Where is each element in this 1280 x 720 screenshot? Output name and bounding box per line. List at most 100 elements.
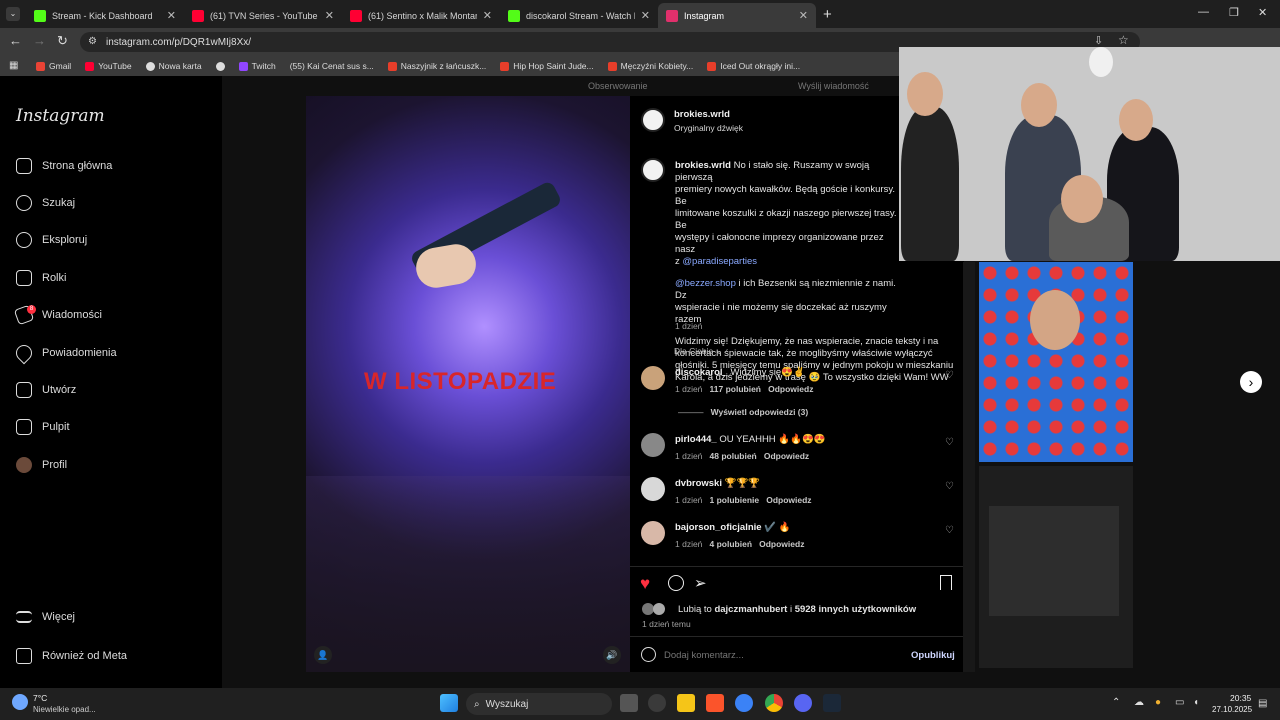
next-post-button[interactable]: › bbox=[1240, 371, 1262, 393]
comment-like-icon[interactable]: ♡ bbox=[945, 481, 954, 492]
tab-instagram[interactable]: Instagram ✕ bbox=[658, 3, 816, 28]
close-icon[interactable]: ✕ bbox=[799, 9, 808, 22]
kick-icon bbox=[508, 9, 520, 22]
tab-search-icon[interactable]: ⌄ bbox=[6, 7, 20, 21]
clock-date[interactable]: 27.10.2025 bbox=[1212, 705, 1252, 714]
window-close-icon[interactable]: ✕ bbox=[1258, 6, 1267, 19]
ccleaner-icon[interactable] bbox=[735, 694, 753, 712]
save-bookmark-icon[interactable] bbox=[940, 575, 952, 590]
close-icon[interactable]: ✕ bbox=[641, 9, 650, 22]
nav-also-from-meta[interactable]: Również od Meta bbox=[16, 648, 127, 664]
like-heart-icon[interactable]: ♥ bbox=[640, 574, 650, 594]
tab-youtube-1[interactable]: (61) TVN Series - YouTube ✕ bbox=[184, 3, 342, 28]
volume-icon[interactable]: 🔊 bbox=[603, 646, 621, 664]
publish-button[interactable]: Opublikuj bbox=[911, 650, 955, 661]
comment-avatar[interactable] bbox=[641, 521, 665, 545]
nav-more[interactable]: Więcej bbox=[16, 611, 75, 623]
microphone-icon[interactable]: ● bbox=[1155, 697, 1161, 708]
steam-icon[interactable] bbox=[823, 694, 841, 712]
back-icon[interactable]: ← bbox=[9, 33, 22, 48]
clock-time[interactable]: 20:35 bbox=[1230, 693, 1251, 703]
nav-explore[interactable]: Eksploruj bbox=[16, 232, 87, 248]
weather-icon[interactable] bbox=[12, 694, 28, 710]
bookmark-youtube[interactable]: YouTube bbox=[85, 61, 132, 71]
bookmark-iced-out[interactable]: Iced Out okrągły ini... bbox=[707, 61, 800, 71]
nav-search[interactable]: Szukaj bbox=[16, 195, 75, 211]
forward-icon[interactable]: → bbox=[33, 33, 46, 48]
maximize-icon[interactable]: ❐ bbox=[1229, 6, 1239, 19]
site-info-icon[interactable]: ⚙ bbox=[88, 36, 97, 47]
reel-video[interactable]: W LISTOPADZIE 👤 🔊 bbox=[306, 96, 630, 672]
new-tab-icon[interactable]: + bbox=[823, 6, 832, 23]
emoji-icon[interactable] bbox=[641, 647, 656, 662]
notifications-icon[interactable]: ▤ bbox=[1258, 698, 1267, 709]
comment-avatar[interactable] bbox=[641, 366, 665, 390]
comment-avatar[interactable] bbox=[641, 433, 665, 457]
brave-icon[interactable] bbox=[706, 694, 724, 712]
comment-avatar[interactable] bbox=[641, 477, 665, 501]
install-app-icon[interactable]: ⇩ bbox=[1094, 34, 1103, 47]
nav-profile[interactable]: Profil bbox=[16, 457, 67, 473]
close-icon[interactable]: ✕ bbox=[483, 9, 492, 22]
audio-label[interactable]: Oryginalny dźwięk bbox=[674, 123, 743, 133]
tab-kick[interactable]: Stream - Kick Dashboard ✕ bbox=[26, 3, 184, 28]
comment-3-meta: 1 dzień 1 polubienie Odpowiedz bbox=[675, 495, 812, 505]
tag-people-icon[interactable]: 👤 bbox=[314, 646, 332, 664]
caption-avatar[interactable] bbox=[641, 158, 665, 182]
search-icon: ⌕ bbox=[474, 698, 480, 710]
copilot-icon[interactable] bbox=[648, 694, 666, 712]
comment-like-icon[interactable]: ♡ bbox=[945, 370, 954, 381]
author-name[interactable]: brokies.wrld bbox=[674, 109, 730, 120]
add-comment-input[interactable] bbox=[664, 646, 894, 664]
weather-temp[interactable]: 7°C bbox=[33, 693, 47, 703]
bookmark-naszyjnik[interactable]: Naszyjnik z łańcuszk... bbox=[387, 61, 486, 71]
video-caption: W LISTOPADZIE bbox=[364, 368, 557, 395]
windows-start-icon[interactable] bbox=[440, 694, 458, 712]
reload-icon[interactable]: ↻ bbox=[57, 33, 68, 49]
bookmark-star-icon[interactable]: ☆ bbox=[1118, 33, 1129, 47]
task-view-icon[interactable] bbox=[620, 694, 638, 712]
comment-like-icon[interactable]: ♡ bbox=[945, 437, 954, 448]
webcam-overlay bbox=[899, 47, 1280, 261]
grid-post-group[interactable] bbox=[979, 466, 1133, 668]
weather-desc[interactable]: Niewielkie opad... bbox=[33, 705, 96, 714]
apps-grid-icon[interactable]: ▦ bbox=[9, 60, 18, 71]
bookmark-kai-cenat[interactable]: (55) Kai Cenat sus s... bbox=[290, 61, 374, 71]
kick-icon bbox=[34, 9, 46, 22]
bookmark-gmail[interactable]: Gmail bbox=[36, 61, 71, 71]
comment-filter[interactable]: Dla Ciebie ⌄ bbox=[674, 346, 723, 357]
discord-icon[interactable] bbox=[794, 694, 812, 712]
nav-notifications[interactable]: Powiadomienia bbox=[12, 341, 117, 365]
minimize-icon[interactable]: — bbox=[1198, 6, 1209, 18]
comment-icon[interactable] bbox=[668, 575, 684, 591]
chrome-icon[interactable] bbox=[765, 694, 783, 712]
nav-create[interactable]: Utwórz bbox=[16, 382, 76, 398]
tab-youtube-2[interactable]: (61) Sentino x Malik Montana - ✕ bbox=[342, 3, 500, 28]
compass-icon bbox=[16, 232, 32, 248]
nav-dashboard[interactable]: Pulpit bbox=[16, 419, 70, 435]
ig-logo[interactable]: Instagram bbox=[16, 106, 105, 126]
view-replies[interactable]: ——— Wyświetl odpowiedzi (3) bbox=[678, 407, 808, 417]
mention-paradise[interactable]: @paradiseparties bbox=[682, 256, 757, 267]
likes-summary[interactable]: Lubią to dajczmanhubert i 5928 innych uż… bbox=[678, 604, 916, 616]
nav-home[interactable]: Strona główna bbox=[16, 158, 112, 174]
comment-like-icon[interactable]: ♡ bbox=[945, 525, 954, 536]
file-explorer-icon[interactable] bbox=[677, 694, 695, 712]
network-icon[interactable]: ▭ bbox=[1175, 697, 1184, 708]
bookmark-new-tab[interactable]: Nowa karta bbox=[145, 61, 202, 71]
mention-bezzer[interactable]: @bezzer.shop bbox=[675, 278, 736, 289]
bookmark-twitch-label[interactable]: Twitch bbox=[238, 61, 276, 71]
bookmark-mezczyzni[interactable]: Męczyźni Kobiety... bbox=[607, 61, 693, 71]
tab-kick-2[interactable]: discokarol Stream - Watch Live ✕ bbox=[500, 3, 658, 28]
share-icon[interactable]: ➢ bbox=[694, 574, 707, 592]
bookmark-twitch[interactable] bbox=[215, 61, 225, 71]
tray-icon[interactable]: ☁ bbox=[1134, 697, 1144, 708]
nav-reels[interactable]: Rolki bbox=[16, 270, 66, 286]
bookmark-hiphop[interactable]: Hip Hop Saint Jude... bbox=[500, 61, 594, 71]
close-icon[interactable]: ✕ bbox=[325, 9, 334, 22]
taskbar-search[interactable]: ⌕ Wyszukaj bbox=[466, 693, 612, 715]
author-avatar[interactable] bbox=[641, 108, 665, 132]
tray-chevron-icon[interactable]: ⌃ bbox=[1112, 697, 1120, 708]
volume-tray-icon[interactable]: ◖ bbox=[1193, 697, 1199, 708]
close-icon[interactable]: ✕ bbox=[167, 9, 176, 22]
